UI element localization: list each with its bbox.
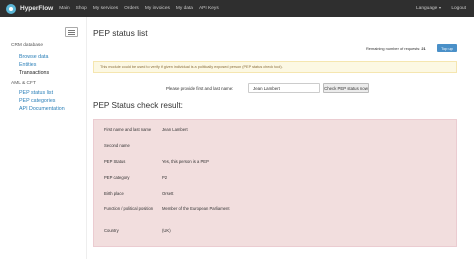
result-value-pep-category: P2 <box>162 175 168 180</box>
sidebar-item-pep-categories[interactable]: PEP categories <box>19 98 55 104</box>
result-title: PEP Status check result: <box>93 101 183 110</box>
nav-link-main[interactable]: Main <box>59 6 69 11</box>
sidebar-item-browse-data[interactable]: Browse data <box>19 54 48 60</box>
nav-link-orders[interactable]: Orders <box>124 6 139 11</box>
result-label-pep-category: PEP category <box>104 175 130 180</box>
result-value-full-name: Jean Lambert <box>162 127 188 132</box>
nav-link-my-invoices[interactable]: My invoices <box>145 6 170 11</box>
check-pep-status-button[interactable]: Check PEP status now <box>323 83 369 93</box>
result-panel: First name and last name Jean Lambert Se… <box>93 119 457 247</box>
nav-link-shop[interactable]: Shop <box>76 6 87 11</box>
remaining-count: 21 <box>421 46 426 51</box>
language-dropdown[interactable]: Language <box>415 6 442 11</box>
page-title: PEP status list <box>93 28 148 38</box>
result-label-country: Country <box>104 228 119 233</box>
remaining-requests: Remaining number of requests: 21 <box>366 46 426 51</box>
sidebar-header-crm-database: CRM database <box>11 43 43 48</box>
remaining-label: Remaining number of requests: <box>366 46 421 51</box>
result-value-country: (UK) <box>162 228 171 233</box>
sidebar-item-transactions[interactable]: Transactions <box>19 70 49 76</box>
brand[interactable]: HyperFlow <box>6 3 54 14</box>
top-up-button[interactable]: Top up <box>437 44 457 52</box>
nav-link-my-data[interactable]: My data <box>176 6 193 11</box>
sidebar-item-api-documentation[interactable]: API Documentation <box>19 106 65 112</box>
top-navbar: HyperFlow Main Shop My services Orders M… <box>0 0 474 17</box>
brand-name: HyperFlow <box>20 5 54 12</box>
hamburger-menu-icon[interactable] <box>65 27 78 37</box>
result-label-second-name: Second name <box>104 143 130 148</box>
name-field-label: Please provide first and last name: <box>166 86 234 91</box>
sidebar-item-pep-status-list[interactable]: PEP status list <box>19 90 53 96</box>
logout-link[interactable]: Logout <box>451 6 466 11</box>
nav-link-api-keys[interactable]: API Keys <box>199 6 219 11</box>
result-label-birth-place: Birth place <box>104 191 124 196</box>
sidebar-item-entities[interactable]: Entities <box>19 62 36 68</box>
language-label: Language <box>415 6 438 11</box>
sidebar-header-aml-cft: AML & CFT <box>11 81 36 86</box>
result-label-function: Function / political position <box>104 206 154 211</box>
result-value-function: Member of the European Parliament <box>162 206 230 211</box>
sidebar: CRM database Browse data Entities Transa… <box>0 17 87 259</box>
nav-right: Language Logout <box>406 6 466 11</box>
result-label-pep-status: PEP Status <box>104 159 126 164</box>
result-label-full-name: First name and last name <box>104 127 152 132</box>
caret-down-icon <box>439 6 442 9</box>
result-value-birth-place: Orsett <box>162 191 174 196</box>
info-notice: This module could be used to verify if g… <box>93 61 457 73</box>
result-value-pep-status: Yes, this person is a PEP <box>162 159 209 164</box>
name-input[interactable]: Jean Lambert <box>248 83 320 93</box>
nav-link-my-services[interactable]: My services <box>93 6 118 11</box>
nav-links: Main Shop My services Orders My invoices… <box>59 6 224 11</box>
hyperflow-logo-icon <box>6 3 16 14</box>
